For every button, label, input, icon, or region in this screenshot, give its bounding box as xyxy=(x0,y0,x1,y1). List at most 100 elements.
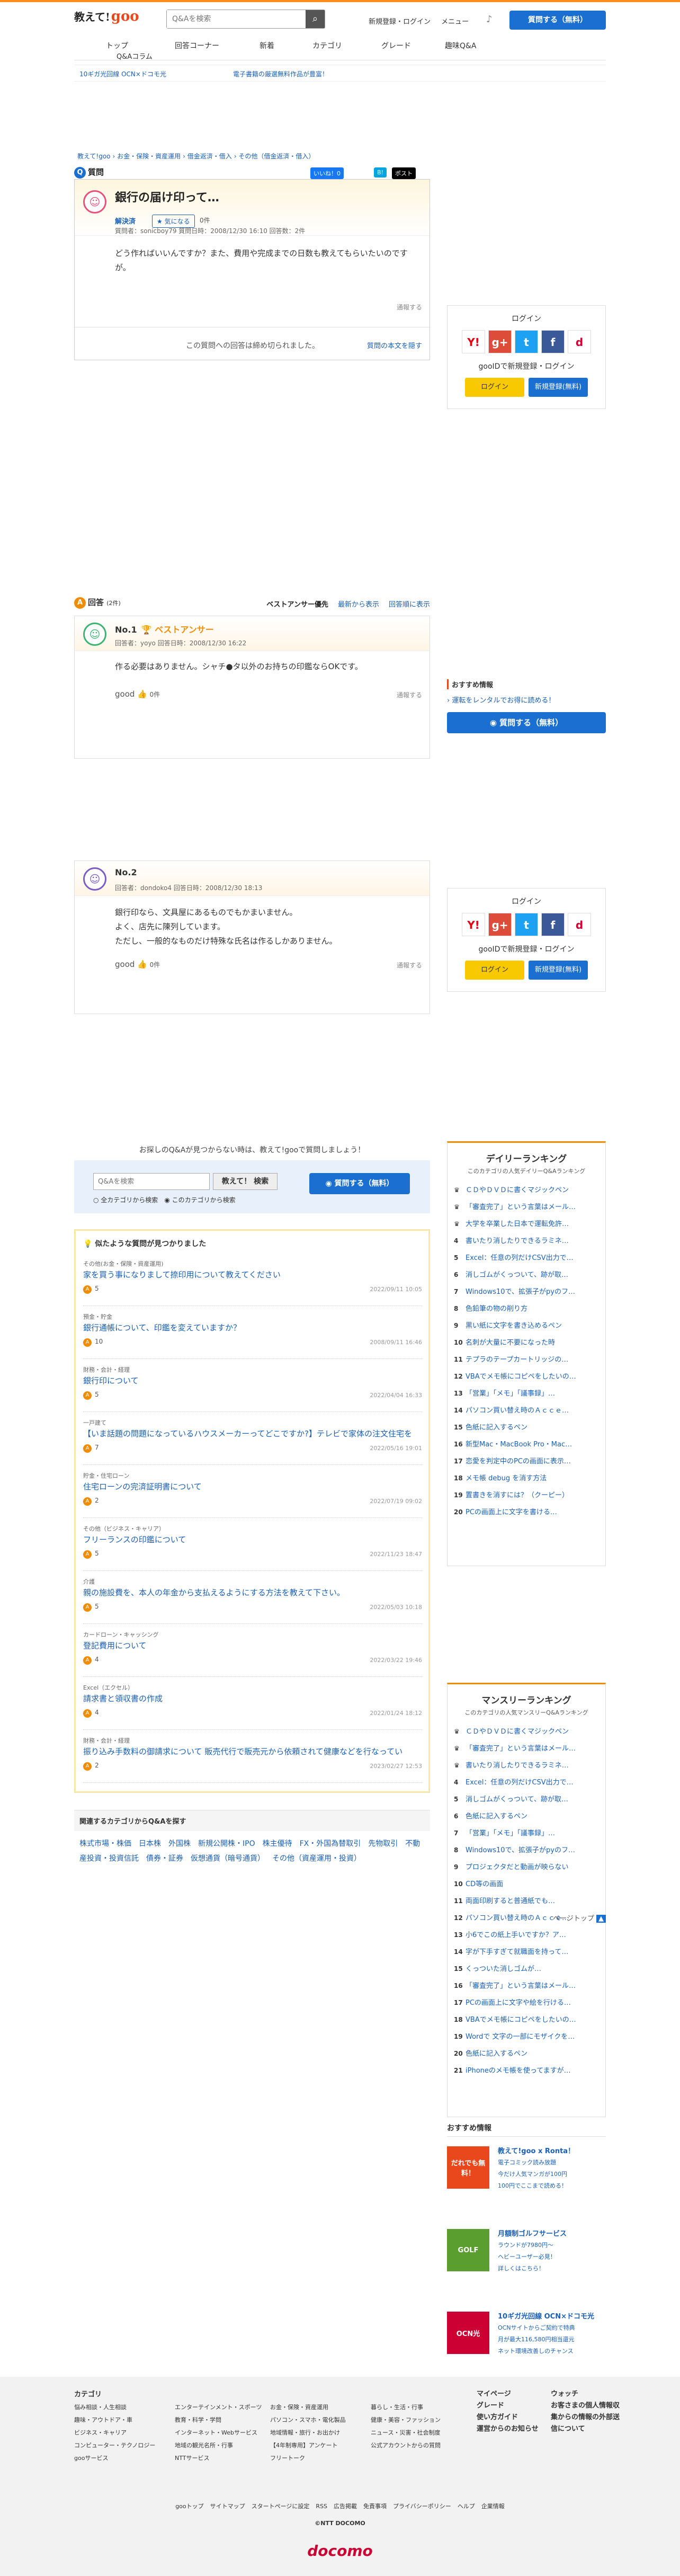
ask-button[interactable]: ◉ 質問する（無料） xyxy=(309,1173,410,1194)
ranking-link[interactable]: Wordで 文字の一部にモザイクを… xyxy=(466,2033,575,2041)
footer-link[interactable]: お客さまの個人情報収集からの情報の外部送信について xyxy=(551,2400,625,2435)
footer-link[interactable]: グレード xyxy=(477,2400,539,2412)
ranking-item[interactable]: 16 「審査完了」という言葉はメール… xyxy=(448,1977,605,1994)
ranking-link[interactable]: VBAでメモ帳にコピペをしたいの… xyxy=(466,2016,576,2024)
ranking-item[interactable]: 8 色鉛筆の物の削り方 xyxy=(448,1300,605,1317)
ranking-item[interactable]: 9 プロジェクタだと動画が映らない xyxy=(448,1859,605,1876)
footer-link[interactable]: エンターテインメント・スポーツ xyxy=(175,2401,262,2414)
ranking-item[interactable]: ♛ ＣＤやＤＶＤに書くマジックペン xyxy=(448,1723,605,1740)
ranking-link[interactable]: ＣＤやＤＶＤに書くマジックペン xyxy=(466,1728,569,1736)
twitter-icon[interactable]: t xyxy=(515,330,538,353)
related-category-link[interactable]: 先物取引 xyxy=(368,1840,398,1848)
nav-category[interactable]: カテゴリ xyxy=(312,40,342,51)
ranking-item[interactable]: 5 Excel：任意の列だけCSV出力で… xyxy=(448,1249,605,1266)
ad-link-ocn[interactable]: 10ギガ光回線 OCN×ドコモ光 xyxy=(79,69,166,78)
ranking-item[interactable]: 14 字が下手すぎて就職面を持って… xyxy=(448,1943,605,1960)
footer-link[interactable]: NTTサービス xyxy=(175,2452,262,2465)
similar-question-item[interactable]: Excel（エクセル） 請求書と領収書の作成 A 4 2022/01/24 18:12 xyxy=(83,1678,422,1730)
footer-link[interactable]: お金・保険・資産運用 xyxy=(270,2401,346,2414)
info-line[interactable]: 詳しくはこちら！ xyxy=(498,2264,544,2272)
ranking-link[interactable]: Excel：任意の列だけCSV出力で… xyxy=(466,1779,574,1787)
nav-hobby[interactable]: 趣味Q&A xyxy=(445,40,477,51)
docomo-icon[interactable]: d xyxy=(568,913,591,936)
ranking-item[interactable]: 11 両面印刷すると普通紙でも… xyxy=(448,1893,605,1909)
breadcrumb-item[interactable]: お金・保険・資産運用 xyxy=(117,153,181,160)
info-thumbnail[interactable]: OCN光 xyxy=(447,2312,489,2354)
ranking-link[interactable]: 色紙に記入するペン xyxy=(466,1424,527,1432)
bell-icon[interactable]: ♪ xyxy=(486,14,493,25)
facebook-icon[interactable]: f xyxy=(541,913,565,936)
ranking-item[interactable]: 16 新型Mac・MacBook Pro・Mac… xyxy=(448,1436,605,1453)
ranking-link[interactable]: 置書きを消すには？（クーピー） xyxy=(466,1491,569,1499)
info-line[interactable]: ネット環境改善しのチャンス xyxy=(498,2347,574,2355)
ask-button-side[interactable]: ◉ 質問する（無料） xyxy=(447,712,606,733)
similar-title[interactable]: 銀行通帳について、印鑑を変えていますか？ xyxy=(83,1322,417,1333)
footer-link[interactable]: 暮らし・生活・行事 xyxy=(371,2401,441,2414)
ranking-item[interactable]: 18 VBAでメモ帳にコピペをしたいの… xyxy=(448,2011,605,2028)
yahoo-icon[interactable]: Y! xyxy=(462,330,485,353)
footer-link[interactable]: 公式アカウントからの質問 xyxy=(371,2439,441,2452)
info-line[interactable]: ラウンドが7980円〜 xyxy=(498,2241,553,2249)
similar-question-item[interactable]: カードローン・キャッシング 登記費用について A 4 2022/03/22 19:46 xyxy=(83,1625,422,1677)
ranking-link[interactable]: 消しゴムがくっついて、跡が取… xyxy=(466,1271,568,1279)
breadcrumb-item[interactable]: 教えて!goo xyxy=(77,153,111,160)
nav-answer[interactable]: 回答コーナー xyxy=(175,40,219,51)
related-category-link[interactable]: 外国株 xyxy=(168,1840,191,1848)
ranking-link[interactable]: メモ帳 debug を消す方法 xyxy=(466,1474,547,1482)
ranking-link[interactable]: 「営業」「メモ」「議事録」… xyxy=(466,1829,555,1837)
ranking-item[interactable]: 11 テプラのテープカートリッジの… xyxy=(448,1351,605,1368)
ranking-link[interactable]: iPhoneのメモ帳を使ってますが… xyxy=(466,2067,571,2075)
ranking-link[interactable]: VBAでメモ帳にコピペをしたいの… xyxy=(466,1373,576,1381)
info-headline[interactable]: 月額制ゴルフサービス xyxy=(498,2228,567,2238)
ranking-link[interactable]: 書いたり消したりできるラミネ… xyxy=(466,1762,569,1770)
nav-grade[interactable]: グレード xyxy=(381,40,411,51)
goo-logo[interactable]: 教えて!goo xyxy=(74,8,139,24)
ranking-item[interactable]: 4 Excel：任意の列だけCSV出力で… xyxy=(448,1774,605,1791)
ranking-link[interactable]: 消しゴムがくっついて、跡が取… xyxy=(466,1796,568,1804)
related-category-link[interactable]: 債券・証券 xyxy=(146,1854,183,1863)
ranking-item[interactable]: 13 「営業」「メモ」「議事録」… xyxy=(448,1385,605,1402)
ranking-link[interactable]: PCの画面上に文字を書ける… xyxy=(466,1508,557,1516)
ranking-item[interactable]: 10 CD等の画面 xyxy=(448,1876,605,1893)
sort-best[interactable]: ベストアンサー優先 xyxy=(266,601,328,609)
ranking-item[interactable]: 7 「営業」「メモ」「議事録」… xyxy=(448,1825,605,1842)
ranking-link[interactable]: 「審査完了」という言葉はメール… xyxy=(466,1982,576,1990)
footer-bottom-link[interactable]: 広告掲載 xyxy=(334,2503,357,2510)
similar-question-item[interactable]: 一戸建て 【いま話題の問題になっているハウスメーカーってどこですか?】テレビで家体… xyxy=(83,1413,422,1465)
register-button[interactable]: 新規登録(無料) xyxy=(529,378,588,397)
ranking-item[interactable]: 17 恋愛を判定中のPCの画面に表示… xyxy=(448,1453,605,1470)
similar-question-item[interactable]: 預金・貯金 銀行通帳について、印鑑を変えていますか？ A 10 2008/09/11 1… xyxy=(83,1307,422,1359)
ranking-link[interactable]: Windows10で、拡張子がpyのフ… xyxy=(466,1288,575,1296)
ranking-item[interactable]: 6 消しゴムがくっついて、跡が取… xyxy=(448,1266,605,1283)
radio-category[interactable]: ◉ このカテゴリから検索 xyxy=(164,1196,235,1204)
nav-top[interactable]: トップ xyxy=(106,40,128,51)
similar-title[interactable]: 住宅ローンの完済証明書について xyxy=(83,1481,417,1492)
similar-title[interactable]: 振り込み手数料の御請求について 販売代行で販売元から依頼されて健康などを行なって… xyxy=(83,1746,417,1757)
ranking-item[interactable]: 15 くっついた消しゴムが… xyxy=(448,1960,605,1977)
related-category-link[interactable]: 株式市場・株価 xyxy=(79,1840,131,1848)
ad-link-ebook[interactable]: 電子書籍の厳選無料作品が豊富！ xyxy=(233,69,328,78)
google-icon[interactable]: g+ xyxy=(488,913,512,936)
search-input[interactable] xyxy=(93,1173,210,1190)
facebook-icon[interactable]: f xyxy=(541,330,565,353)
footer-link[interactable]: フリートーク xyxy=(270,2452,346,2465)
ranking-item[interactable]: 20 PCの画面上に文字を書ける… xyxy=(448,1504,605,1521)
footer-bottom-link[interactable]: RSS xyxy=(316,2503,327,2510)
ranking-link[interactable]: 恋愛を判定中のPCの画面に表示… xyxy=(466,1458,571,1465)
yahoo-icon[interactable]: Y! xyxy=(462,913,485,936)
related-category-link[interactable]: その他（資産運用・投資） xyxy=(272,1854,361,1863)
login-button[interactable]: ログイン xyxy=(465,961,524,980)
similar-title[interactable]: 銀行印について xyxy=(83,1375,417,1386)
info-line[interactable]: 月が最大116,580円相当還元 xyxy=(498,2335,575,2343)
post-button[interactable]: ポスト xyxy=(392,167,416,179)
ranking-item[interactable]: 6 色紙に記入するペン xyxy=(448,1808,605,1825)
similar-question-item[interactable]: 財務・会計・経理 振り込み手数料の御請求について 販売代行で販売元から依頼されて健… xyxy=(83,1731,422,1783)
login-button[interactable]: ログイン xyxy=(465,378,524,397)
search-button[interactable]: 教えて！ 検索 xyxy=(213,1173,278,1190)
ranking-item[interactable]: ♛ ＣＤやＤＶＤに書くマジックペン xyxy=(448,1182,605,1198)
footer-link[interactable]: 悩み相談・人生相談 xyxy=(74,2401,155,2414)
footer-link[interactable]: インターネット・Webサービス xyxy=(175,2427,262,2439)
info-line[interactable]: 100円でここまで読める！ xyxy=(498,2181,567,2190)
ranking-link[interactable]: パソコン買い替え時のＡｃｃｅ… xyxy=(466,1407,569,1415)
footer-link[interactable]: ビジネス・キャリア xyxy=(74,2427,155,2439)
